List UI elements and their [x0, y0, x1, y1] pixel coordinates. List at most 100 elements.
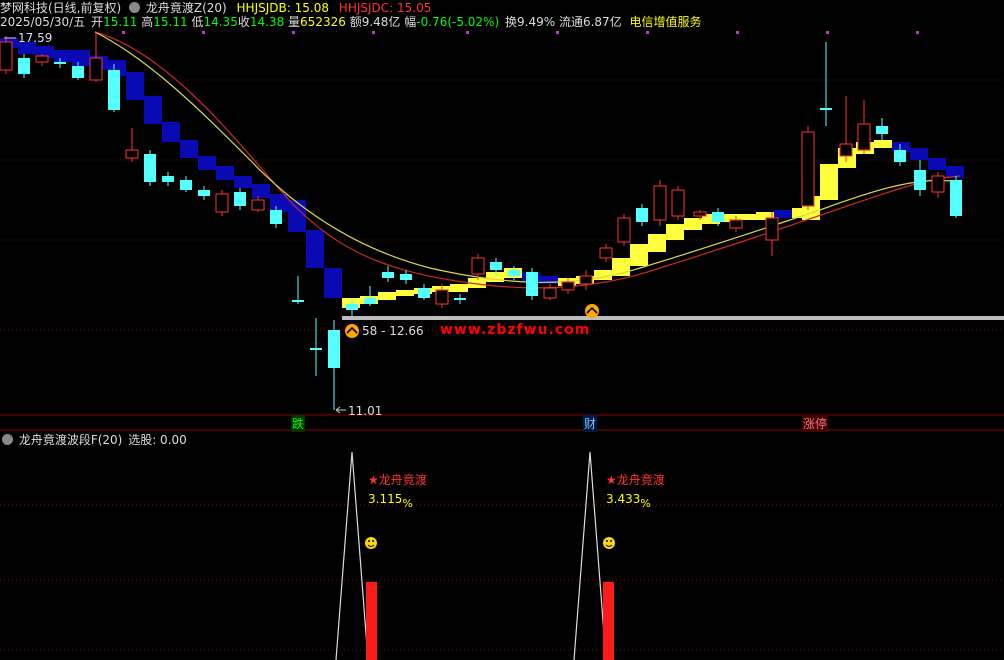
ribbon-block — [450, 284, 468, 292]
volume-value: 652326 — [300, 15, 346, 29]
pick-value: 选股: 0.00 — [128, 433, 187, 447]
candle-body — [346, 304, 358, 310]
sector-link[interactable]: 电信增值服务 — [630, 15, 702, 29]
candle-body — [765, 217, 779, 241]
low-price-pointer — [335, 406, 346, 414]
event-tag-finance[interactable]: 财 — [583, 415, 598, 432]
ribbon-block — [396, 290, 414, 296]
signal-value-1: 3.115 — [368, 492, 403, 506]
candle-body — [0, 41, 13, 71]
candle-body — [198, 190, 210, 196]
smiley-icon — [603, 537, 615, 549]
ribbon-block — [306, 230, 324, 268]
ribbon-block — [234, 176, 252, 188]
up-arrow-circle-icon — [345, 324, 359, 338]
candle-body — [857, 123, 871, 151]
watermark: www.zbzfwu.com — [440, 322, 591, 338]
candle-body — [400, 274, 412, 280]
change-value: -0.76(-5.02%) — [416, 15, 500, 29]
low-price-label: 11.01 — [348, 404, 383, 418]
hh-jsdc-value: HHJSJDC: 15.05 — [338, 1, 432, 15]
candle-body — [820, 108, 832, 110]
candle-body — [914, 170, 926, 190]
turnover-label: 换 — [504, 15, 517, 29]
ribbon-block — [910, 148, 928, 160]
candle-body — [508, 270, 520, 276]
float-value: 6.87亿 — [582, 15, 622, 29]
candle-body — [636, 208, 648, 222]
candle-body — [328, 330, 340, 368]
signal-unit-2: % — [640, 497, 651, 510]
candle-body — [382, 272, 394, 278]
candle-body — [490, 262, 502, 270]
candle-body — [579, 275, 593, 285]
ma-yellow-line — [94, 31, 961, 283]
open-value: 15.11 — [103, 15, 138, 29]
low-label: 低 — [191, 15, 204, 29]
lower-indicator-name[interactable]: 龙舟竟渡波段F(20) — [19, 433, 123, 447]
candle-body — [364, 298, 376, 304]
stock-title[interactable]: 梦网科技(日线,前复权) — [0, 1, 121, 15]
smiley-icon — [365, 537, 377, 549]
close-label: 收 — [237, 15, 250, 29]
ribbon-block — [144, 96, 162, 124]
ribbon-block — [198, 156, 216, 170]
ribbon-block — [684, 218, 702, 230]
candle-body — [54, 62, 66, 64]
candle-body — [234, 192, 246, 206]
ribbon-block — [874, 140, 892, 148]
candle-body — [693, 211, 707, 217]
candle-body — [162, 176, 174, 182]
ribbon-block — [54, 50, 72, 62]
ribbon-block — [162, 122, 180, 142]
ribbon-block — [126, 72, 144, 100]
candle-body — [471, 257, 485, 275]
high-label: 高 — [141, 15, 154, 29]
ribbon-block — [378, 292, 396, 300]
lower-gridlines — [0, 504, 1004, 651]
signal-bar-1 — [366, 582, 377, 660]
candle-body — [617, 217, 631, 243]
candle-body — [454, 298, 466, 300]
candle-body — [215, 193, 229, 213]
signal-label-1: ★龙舟竟渡 — [368, 473, 427, 487]
event-tag-fall[interactable]: 跌 — [291, 415, 306, 432]
candle-body — [931, 175, 945, 193]
candle-body — [89, 57, 103, 81]
float-label: 流通 — [558, 15, 583, 29]
candle-body — [712, 212, 724, 222]
dropdown-icon[interactable] — [129, 2, 141, 13]
candle-body — [435, 289, 449, 305]
candle-body — [653, 185, 667, 221]
amount-label: 额 — [349, 15, 362, 29]
ribbon-block — [820, 164, 838, 200]
candle-body — [18, 58, 30, 74]
close-value: 14.38 — [249, 15, 285, 29]
amount-value: 9.48亿 — [361, 15, 401, 29]
candle-body — [543, 287, 557, 299]
candle-body — [72, 66, 84, 78]
candle-body — [144, 154, 156, 182]
date: 2025/05/30/五 — [0, 15, 86, 29]
candle-body — [310, 348, 322, 350]
turnover-value: 9.49% — [517, 15, 556, 29]
ribbon-block — [180, 140, 198, 158]
top-marker-dots — [122, 31, 919, 34]
open-label: 开 — [91, 15, 104, 29]
dropdown-icon[interactable] — [2, 434, 13, 445]
event-tag-limit-up[interactable]: 涨停 — [802, 415, 829, 432]
candle-body — [839, 143, 853, 157]
signal-spike-2 — [573, 451, 607, 660]
candle-body — [418, 288, 430, 298]
ribbon-block — [288, 200, 306, 232]
ribbon-block — [252, 184, 270, 198]
candle-body — [671, 189, 685, 217]
indicator-name[interactable]: 龙舟竟渡Z(20) — [146, 1, 227, 15]
range-price-label: 58 - 12.66 — [362, 324, 424, 338]
ribbon-block — [324, 268, 342, 298]
signal-value-1-wrap: 3.115% — [368, 492, 413, 510]
low-value: 14.35 — [203, 15, 238, 29]
ribbon-block — [666, 224, 684, 240]
high-value: 15.11 — [153, 15, 188, 29]
ribbon-block — [630, 244, 648, 266]
